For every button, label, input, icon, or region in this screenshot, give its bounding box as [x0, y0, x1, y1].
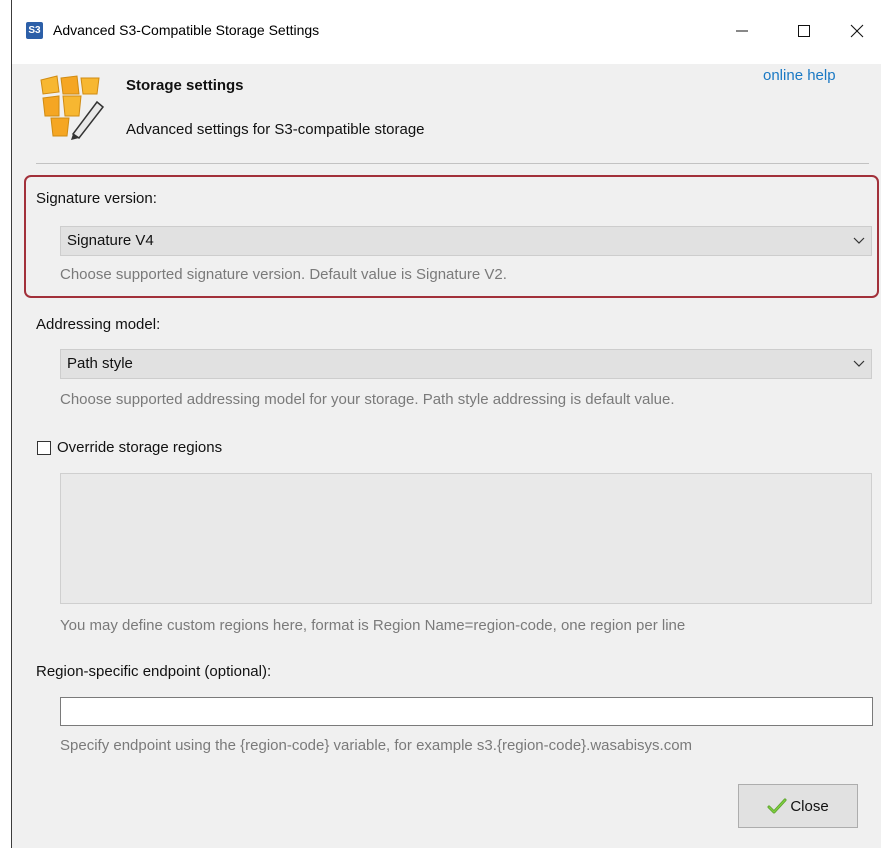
- checkmark-icon: [767, 798, 787, 814]
- custom-regions-hint: You may define custom regions here, form…: [60, 617, 686, 634]
- online-help-link[interactable]: online help: [763, 67, 836, 84]
- close-window-button[interactable]: [834, 10, 880, 52]
- section-subtitle: Advanced settings for S3-compatible stor…: [126, 121, 425, 138]
- title-bar[interactable]: S3 Advanced S3-Compatible Storage Settin…: [12, 0, 881, 64]
- addressing-model-select[interactable]: Path style: [60, 349, 872, 379]
- signature-version-label: Signature version:: [36, 190, 157, 207]
- minimize-button[interactable]: [719, 10, 765, 52]
- header-divider: [36, 163, 869, 164]
- signature-version-hint: Choose supported signature version. Defa…: [60, 266, 507, 283]
- addressing-model-label: Addressing model:: [36, 316, 161, 333]
- settings-dialog: S3 Advanced S3-Compatible Storage Settin…: [11, 0, 881, 848]
- chevron-down-icon: [853, 360, 865, 367]
- storage-buckets-edit-icon: [40, 75, 105, 140]
- close-button-label: Close: [790, 797, 829, 815]
- app-s3-icon: S3: [26, 22, 43, 39]
- endpoint-label: Region-specific endpoint (optional):: [36, 663, 272, 680]
- override-regions-label[interactable]: Override storage regions: [57, 439, 222, 456]
- section-title: Storage settings: [126, 77, 244, 94]
- chevron-down-icon: [853, 237, 865, 244]
- maximize-button[interactable]: [781, 10, 827, 52]
- signature-version-value: Signature V4: [67, 232, 154, 249]
- endpoint-hint: Specify endpoint using the {region-code}…: [60, 737, 693, 754]
- addressing-model-hint: Choose supported addressing model for yo…: [60, 391, 675, 408]
- endpoint-input[interactable]: [60, 697, 873, 726]
- signature-version-select[interactable]: Signature V4: [60, 226, 872, 256]
- override-regions-checkbox[interactable]: [37, 441, 51, 455]
- addressing-model-value: Path style: [67, 355, 133, 372]
- custom-regions-textarea[interactable]: [60, 473, 872, 604]
- maximize-icon: [798, 25, 810, 37]
- minimize-icon: [736, 30, 748, 32]
- close-button[interactable]: Close: [738, 784, 858, 828]
- window-title: Advanced S3-Compatible Storage Settings: [53, 22, 320, 38]
- close-icon: [850, 24, 864, 38]
